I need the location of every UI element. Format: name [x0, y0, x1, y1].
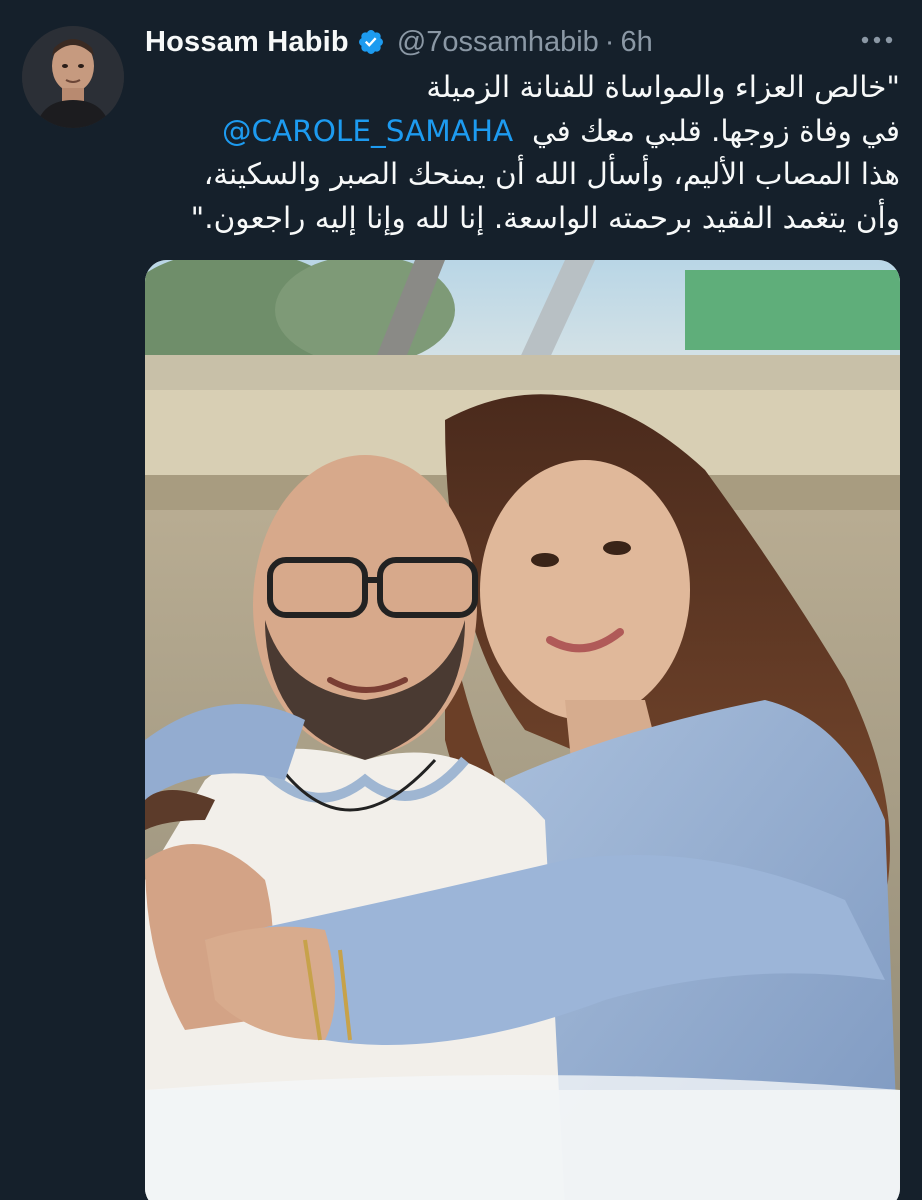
author-handle[interactable]: @7ossamhabib — [397, 26, 599, 59]
tweet-photo[interactable] — [145, 260, 900, 1200]
tweet-text: "خالص العزاء والمواساة للفنانة الزميلة ف… — [145, 66, 900, 240]
avatar[interactable] — [22, 26, 124, 128]
author-display-name[interactable]: Hossam Habib — [145, 26, 349, 59]
tweet[interactable]: Hossam Habib @7ossamhabib · 6h "خالص الع… — [0, 0, 922, 1200]
verified-badge-icon — [357, 28, 385, 56]
more-horizontal-icon[interactable] — [860, 32, 894, 48]
tweet-text-fragment: في وفاة زوجها. قلبي معك في — [531, 113, 900, 148]
tweet-timestamp[interactable]: 6h — [620, 26, 652, 59]
separator-dot: · — [604, 25, 615, 58]
tweet-text-line: هذا المصاب الأليم، وأسأل الله أن يمنحك ا… — [203, 157, 900, 191]
avatar-image — [22, 26, 124, 128]
photo-image — [145, 260, 900, 1200]
tweet-text-line-with-mention: في وفاة زوجها. قلبي معك في @CAROLE_SAMAH… — [145, 110, 900, 154]
tweet-text-line: وأن يتغمد الفقيد برحمته الواسعة. إنا لله… — [190, 200, 900, 235]
tweet-header: Hossam Habib @7ossamhabib · 6h — [145, 22, 653, 62]
mention-link[interactable]: @CAROLE_SAMAHA — [222, 114, 513, 148]
tweet-text-line: "خالص العزاء والمواساة للفنانة الزميلة — [426, 70, 900, 104]
